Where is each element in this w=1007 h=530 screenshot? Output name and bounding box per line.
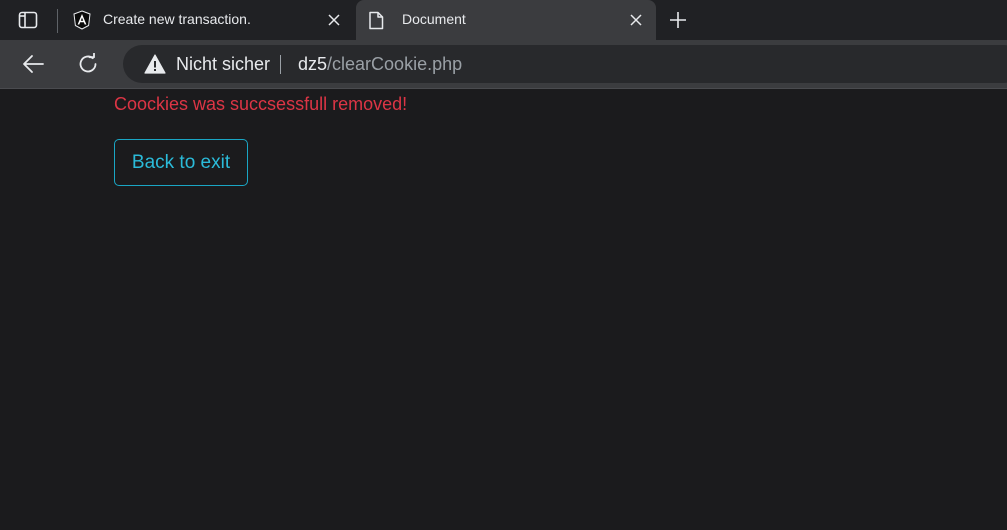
address-divider xyxy=(280,55,281,74)
url-path: /clearCookie.php xyxy=(327,54,463,74)
security-status[interactable]: Nicht sicher xyxy=(176,54,270,75)
tab-title: Create new transaction. xyxy=(103,11,251,27)
close-icon[interactable] xyxy=(628,12,644,28)
back-to-exit-button[interactable]: Back to exit xyxy=(114,139,248,186)
tab-document[interactable]: Document xyxy=(356,0,656,40)
close-icon[interactable] xyxy=(326,12,342,28)
new-tab-icon[interactable] xyxy=(666,8,690,32)
tab-actions-icon[interactable] xyxy=(14,9,42,31)
url-host: dz5 xyxy=(298,54,328,74)
url-text[interactable]: dz5/clearCookie.php xyxy=(298,54,462,75)
document-icon xyxy=(366,10,386,30)
warning-icon[interactable] xyxy=(144,54,166,74)
angular-icon xyxy=(72,10,92,30)
tab-strip: Create new transaction. Document xyxy=(0,0,1007,40)
page-content: Coockies was succsessfull removed! Back … xyxy=(0,89,1007,530)
back-arrow-icon[interactable] xyxy=(19,50,47,78)
tab-separator xyxy=(57,9,58,33)
tab-title: Document xyxy=(402,11,466,27)
reload-icon[interactable] xyxy=(74,50,102,78)
browser-toolbar: Nicht sicher dz5/clearCookie.php xyxy=(0,40,1007,88)
status-message: Coockies was succsessfull removed! xyxy=(114,94,408,114)
tab-create-transaction[interactable]: Create new transaction. xyxy=(62,0,354,40)
address-bar[interactable]: Nicht sicher dz5/clearCookie.php xyxy=(123,45,1007,83)
